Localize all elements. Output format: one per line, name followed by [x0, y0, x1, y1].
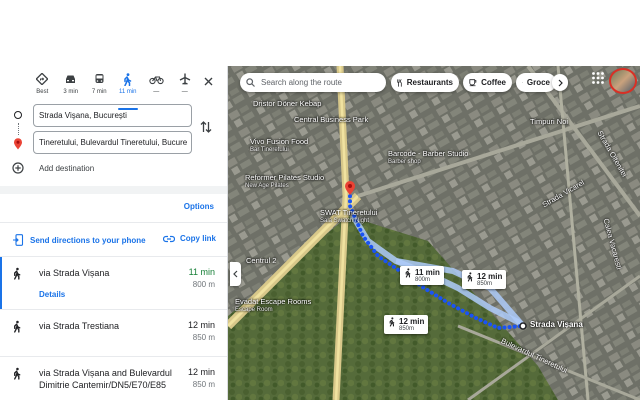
- poi-label[interactable]: SWAT Tineretului Sala Swatch Night: [320, 209, 377, 225]
- destination-label[interactable]: Strada Vișana: [530, 320, 583, 329]
- poi-label[interactable]: Timpuri Noi: [530, 118, 568, 126]
- mode-label: —: [181, 89, 188, 95]
- close-directions-button[interactable]: [200, 73, 216, 89]
- route-time-card[interactable]: 11 min 800m: [400, 266, 444, 285]
- satellite-map-image: [228, 66, 640, 400]
- poi-label[interactable]: Evadat Escape Rooms Escape Room: [235, 298, 311, 314]
- poi-label[interactable]: Dristor Döner Kebap: [253, 100, 321, 108]
- link-icon: [163, 235, 175, 242]
- apps-grid-button[interactable]: [591, 71, 605, 85]
- selected-route-indicator: [0, 257, 2, 309]
- poi-label[interactable]: Vivo Fusion Food Bar Tineretului: [250, 138, 308, 154]
- route-time: 11 min: [188, 267, 215, 277]
- route-time-card[interactable]: 12 min 850m: [462, 270, 507, 289]
- route-time: 12 min: [187, 367, 215, 377]
- chip-groceries[interactable]: Groce: [516, 73, 556, 92]
- map-canvas[interactable]: [228, 66, 640, 400]
- bicycle-icon: [142, 72, 171, 86]
- walk-icon: [12, 267, 22, 285]
- mode-transit[interactable]: 7 min: [85, 72, 114, 104]
- swap-icon: [200, 121, 212, 133]
- chevron-left-icon: [233, 270, 238, 278]
- car-icon: [57, 72, 86, 86]
- chip-restaurants[interactable]: Restaurants: [391, 73, 459, 92]
- divider: [0, 222, 227, 223]
- poi-label[interactable]: Central Business Park: [294, 116, 368, 124]
- mode-label: 7 min: [91, 89, 107, 95]
- mode-flight[interactable]: —: [171, 72, 200, 104]
- plane-icon: [171, 72, 200, 86]
- route-distance: 850 m: [192, 380, 215, 389]
- route-option[interactable]: via Strada Trestiana 12 min 850 m: [0, 310, 227, 355]
- route-time: 12 min: [187, 320, 215, 330]
- mode-label: —: [153, 89, 160, 95]
- top-blank-area: [0, 0, 640, 66]
- destination-input[interactable]: Tineretului, Bulevardul Tineretului, Buc…: [33, 131, 192, 154]
- copy-link-button[interactable]: Copy link: [163, 234, 216, 243]
- close-icon: [204, 77, 212, 85]
- send-directions-button[interactable]: Send directions to your phone: [13, 234, 146, 246]
- collapse-panel-button[interactable]: [230, 262, 241, 286]
- mode-driving[interactable]: 3 min: [57, 72, 86, 104]
- travel-modes: Best 3 min 7 min 11 min — —: [28, 72, 200, 110]
- walk-icon: [114, 72, 143, 86]
- mode-label: Best: [36, 89, 49, 95]
- route-dots-divider: [17, 123, 19, 135]
- walk-icon: [389, 317, 395, 327]
- section-separator: [0, 186, 227, 194]
- route-distance: 800 m: [192, 280, 215, 289]
- apps-grid-icon: [592, 72, 604, 84]
- options-button[interactable]: Options: [184, 202, 214, 211]
- directions-panel: Best 3 min 7 min 11 min — — Strada Vişan…: [0, 66, 228, 400]
- origin-input[interactable]: Strada Vişana, București: [33, 104, 192, 127]
- poi-label[interactable]: Reformer Pilates Studio New Age Pilates: [245, 174, 324, 190]
- route-details-link[interactable]: Details: [39, 290, 65, 299]
- route-via: via Strada Trestiana: [39, 321, 120, 331]
- restaurant-icon: [397, 78, 402, 87]
- add-destination-label: Add destination: [39, 163, 95, 173]
- search-along-route-input[interactable]: Search along the route: [240, 73, 386, 92]
- search-placeholder: Search along the route: [261, 78, 342, 87]
- poi-label[interactable]: Centrul 2: [246, 257, 276, 265]
- mode-walking[interactable]: 11 min: [114, 72, 143, 110]
- walk-icon: [467, 272, 473, 282]
- mode-label: 11 min: [118, 89, 137, 95]
- search-icon: [246, 78, 255, 87]
- send-to-phone-icon: [13, 234, 24, 246]
- copy-link-label: Copy link: [180, 234, 217, 243]
- send-directions-label: Send directions to your phone: [30, 235, 146, 245]
- destination-pin-icon: [13, 137, 23, 155]
- poi-label[interactable]: Barcode - Barber Studio Barber shop: [388, 150, 468, 166]
- route-distance: 850 m: [192, 333, 215, 342]
- walk-icon: [12, 367, 22, 385]
- walk-icon: [405, 268, 411, 278]
- route-option[interactable]: via Strada Vișana and Bulevardul Dimitri…: [0, 357, 227, 400]
- coffee-icon: [469, 79, 477, 87]
- walk-icon: [12, 320, 22, 338]
- chip-coffee[interactable]: Coffee: [463, 73, 512, 92]
- diamond-directions-icon: [28, 72, 57, 86]
- mode-best[interactable]: Best: [28, 72, 57, 104]
- mode-label: 3 min: [63, 89, 79, 95]
- route-via: via Strada Vișana and Bulevardul Dimitri…: [39, 368, 172, 390]
- swap-waypoints-button[interactable]: [200, 120, 212, 139]
- add-destination-button[interactable]: Add destination: [12, 162, 94, 174]
- add-circle-icon: [12, 162, 24, 174]
- route-time-card[interactable]: 12 min 850m: [384, 315, 429, 334]
- route-option[interactable]: via Strada Vișana 11 min 800 m Details: [0, 257, 227, 309]
- cart-icon: [522, 82, 523, 83]
- mode-cycling[interactable]: —: [142, 72, 171, 104]
- transit-icon: [85, 72, 114, 86]
- origin-marker-icon: [14, 111, 22, 119]
- more-chips-button[interactable]: [552, 74, 568, 91]
- chevron-right-icon: [558, 79, 563, 86]
- avatar[interactable]: [609, 68, 637, 94]
- route-via: via Strada Vișana: [39, 268, 110, 278]
